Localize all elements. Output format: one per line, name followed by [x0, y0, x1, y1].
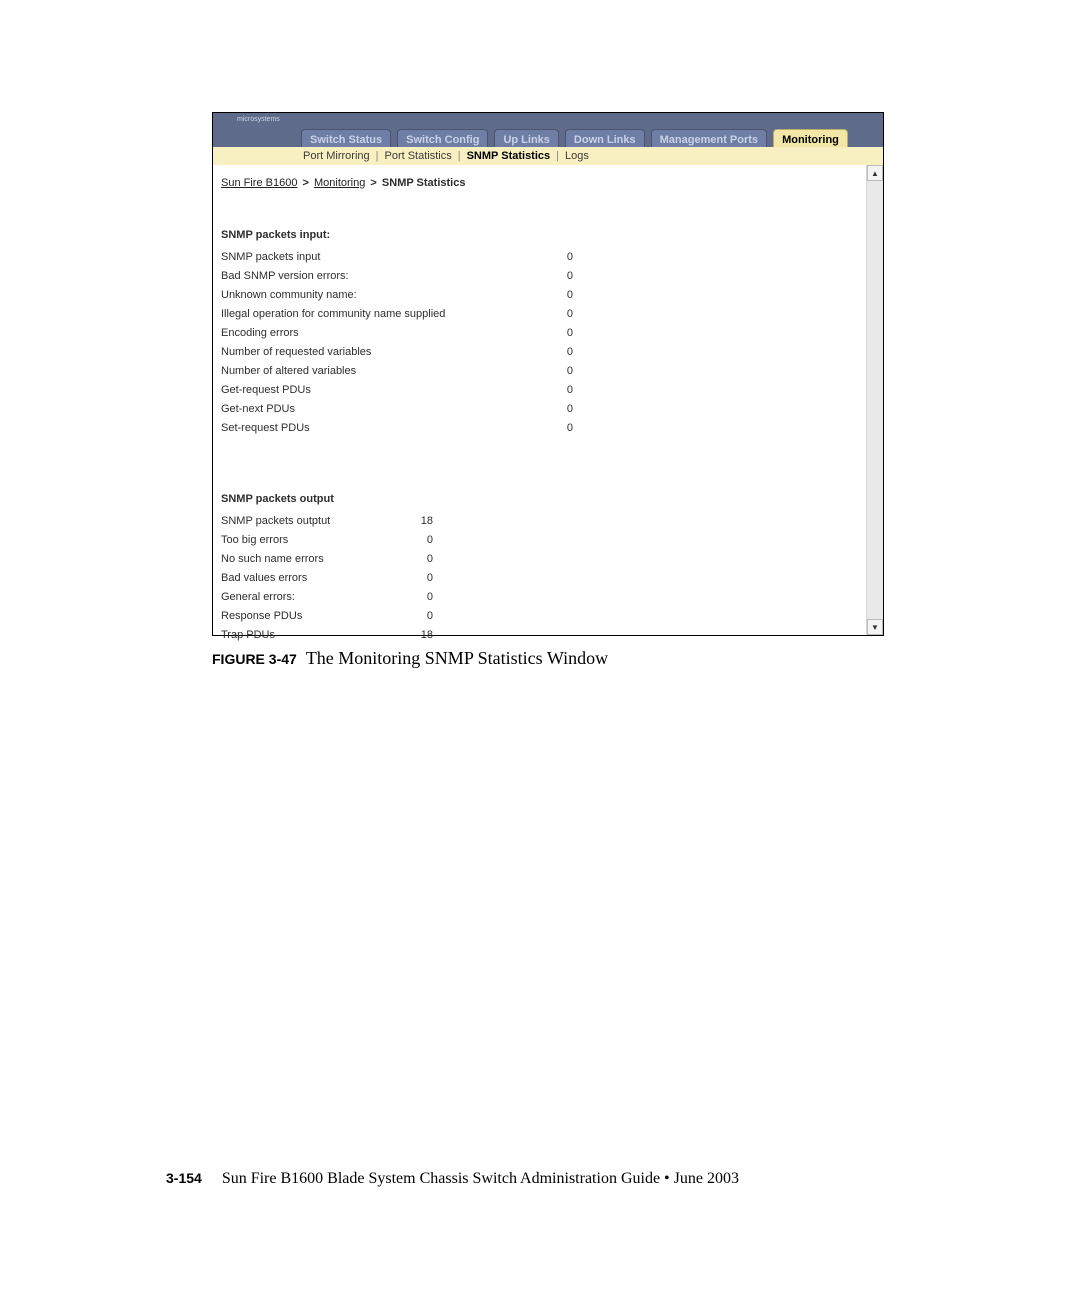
row-label: Number of requested variables — [221, 346, 543, 358]
sub-tabs: Port Mirroring | Port Statistics | SNMP … — [213, 147, 883, 165]
table-row: General errors:0 — [221, 587, 433, 606]
row-label: No such name errors — [221, 553, 403, 565]
subtab-logs[interactable]: Logs — [565, 150, 589, 162]
table-row: Response PDUs0 — [221, 606, 433, 625]
chevron-icon: > — [370, 177, 376, 189]
table-row: Bad values errors0 — [221, 568, 433, 587]
row-value: 18 — [403, 629, 433, 641]
page-footer: 3-154 Sun Fire B1600 Blade System Chassi… — [166, 1170, 739, 1188]
row-value: 0 — [543, 327, 573, 339]
divider: | — [458, 150, 461, 162]
row-label: Response PDUs — [221, 610, 403, 622]
table-row: Bad SNMP version errors:0 — [221, 266, 573, 285]
brand-bar: microsystems — [213, 113, 883, 125]
section-title-input: SNMP packets input: — [221, 229, 856, 241]
row-value: 0 — [543, 289, 573, 301]
row-value: 0 — [543, 403, 573, 415]
row-value: 0 — [403, 591, 433, 603]
table-row: Get-next PDUs0 — [221, 399, 573, 418]
breadcrumb-monitoring[interactable]: Monitoring — [314, 177, 365, 189]
tab-management-ports[interactable]: Management Ports — [651, 129, 767, 147]
tab-switch-config[interactable]: Switch Config — [397, 129, 488, 147]
breadcrumb-root[interactable]: Sun Fire B1600 — [221, 177, 297, 189]
screenshot-window: microsystems Switch Status Switch Config… — [212, 112, 884, 636]
table-row: Trap PDUs18 — [221, 625, 433, 644]
vertical-scrollbar[interactable]: ▲ ▼ — [866, 165, 883, 635]
row-label: SNMP packets input — [221, 251, 543, 263]
row-value: 0 — [403, 553, 433, 565]
chevron-icon: > — [303, 177, 309, 189]
row-value: 0 — [403, 610, 433, 622]
figure-caption: FIGURE 3-47 The Monitoring SNMP Statisti… — [212, 648, 882, 669]
table-row: Unknown community name:0 — [221, 285, 573, 304]
row-value: 0 — [543, 270, 573, 282]
row-value: 0 — [403, 534, 433, 546]
page-number: 3-154 — [166, 1170, 202, 1186]
table-row: Get-request PDUs0 — [221, 380, 573, 399]
row-value: 0 — [543, 365, 573, 377]
section-title-output: SNMP packets output — [221, 493, 856, 505]
row-label: SNMP packets outptut — [221, 515, 403, 527]
table-row: SNMP packets outptut18 — [221, 511, 433, 530]
row-label: Set-request PDUs — [221, 422, 543, 434]
row-label: Number of altered variables — [221, 365, 543, 377]
scroll-down-icon[interactable]: ▼ — [867, 619, 883, 635]
figure-number: FIGURE 3-47 — [212, 651, 297, 667]
content-panel: Sun Fire B1600 > Monitoring > SNMP Stati… — [213, 165, 866, 635]
row-value: 18 — [403, 515, 433, 527]
row-label: Bad SNMP version errors: — [221, 270, 543, 282]
row-value: 0 — [543, 251, 573, 263]
row-label: Encoding errors — [221, 327, 543, 339]
row-value: 0 — [543, 384, 573, 396]
divider: | — [376, 150, 379, 162]
table-row: SNMP packets input0 — [221, 247, 573, 266]
row-value: 0 — [543, 422, 573, 434]
table-row: Number of requested variables0 — [221, 342, 573, 361]
row-label: Trap PDUs — [221, 629, 403, 641]
row-label: Too big errors — [221, 534, 403, 546]
scroll-up-icon[interactable]: ▲ — [867, 165, 883, 181]
figure-text: The Monitoring SNMP Statistics Window — [306, 648, 608, 668]
table-row: Encoding errors0 — [221, 323, 573, 342]
main-tabs: Switch Status Switch Config Up Links Dow… — [213, 125, 883, 147]
input-table: SNMP packets input0 Bad SNMP version err… — [221, 247, 573, 437]
subtab-port-statistics[interactable]: Port Statistics — [384, 150, 451, 162]
row-value: 0 — [543, 308, 573, 320]
row-label: Get-next PDUs — [221, 403, 543, 415]
row-label: Bad values errors — [221, 572, 403, 584]
table-row: Set-request PDUs0 — [221, 418, 573, 437]
breadcrumb-current: SNMP Statistics — [382, 177, 466, 189]
subtab-port-mirroring[interactable]: Port Mirroring — [303, 150, 370, 162]
breadcrumb: Sun Fire B1600 > Monitoring > SNMP Stati… — [221, 177, 856, 189]
brand-text: microsystems — [237, 116, 280, 123]
tab-monitoring[interactable]: Monitoring — [773, 129, 848, 147]
table-row: No such name errors0 — [221, 549, 433, 568]
subtab-snmp-statistics[interactable]: SNMP Statistics — [467, 150, 551, 162]
output-table: SNMP packets outptut18 Too big errors0 N… — [221, 511, 433, 644]
table-row: Illegal operation for community name sup… — [221, 304, 573, 323]
row-label: Get-request PDUs — [221, 384, 543, 396]
tab-up-links[interactable]: Up Links — [494, 129, 558, 147]
row-label: General errors: — [221, 591, 403, 603]
row-value: 0 — [403, 572, 433, 584]
table-row: Too big errors0 — [221, 530, 433, 549]
tab-switch-status[interactable]: Switch Status — [301, 129, 391, 147]
divider: | — [556, 150, 559, 162]
footer-text: Sun Fire B1600 Blade System Chassis Swit… — [222, 1170, 739, 1187]
table-row: Number of altered variables0 — [221, 361, 573, 380]
row-label: Illegal operation for community name sup… — [221, 308, 543, 320]
row-label: Unknown community name: — [221, 289, 543, 301]
tab-down-links[interactable]: Down Links — [565, 129, 645, 147]
row-value: 0 — [543, 346, 573, 358]
